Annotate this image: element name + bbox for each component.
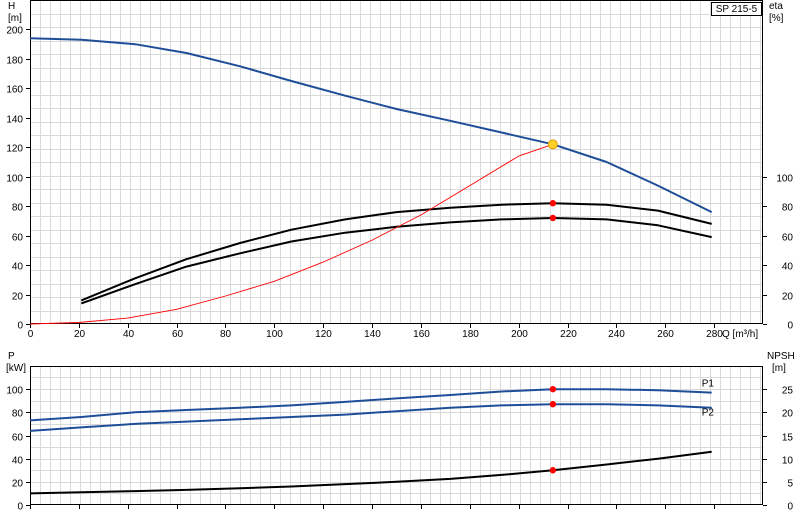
panel1-x-axis-label: Q [m³/h] bbox=[722, 329, 758, 340]
panel1-y-left-tick-label: 20 bbox=[12, 292, 24, 303]
panel1-x-tick-label: 240 bbox=[608, 329, 625, 340]
panel1-y-left-tick-label: 160 bbox=[6, 85, 23, 96]
panel2-y-left-tick-label: 0 bbox=[17, 502, 23, 513]
panel1-y-right-tick-label: 80 bbox=[782, 203, 794, 214]
panel1-x-tick-label: 40 bbox=[123, 329, 135, 340]
panel1-y-left-tick-label: 100 bbox=[6, 174, 23, 185]
panel1-x-tick-label: 200 bbox=[511, 329, 528, 340]
panel1-x-tick-label: 80 bbox=[220, 329, 232, 340]
panel1-y-left-tick-label: 0 bbox=[17, 321, 23, 332]
panel1-x-tick-label: 160 bbox=[413, 329, 430, 340]
panel1-x-tick-label: 260 bbox=[657, 329, 674, 340]
panel1-y-left-tick-label: 60 bbox=[12, 233, 24, 244]
panel2-operating-marker bbox=[549, 385, 557, 393]
panel1-y-left-tick-label: 180 bbox=[6, 56, 23, 67]
panel1-y-right-tick-label: 60 bbox=[782, 233, 794, 244]
panel2-y-left-name: P bbox=[8, 351, 15, 362]
panel1-y-left-tick-label: 140 bbox=[6, 115, 23, 126]
panel2-y-right-tick-label: 10 bbox=[782, 456, 794, 467]
panel2-y-left-unit: [kW] bbox=[6, 363, 26, 374]
panel1-duty-point bbox=[547, 139, 558, 150]
panel2-operating-marker bbox=[549, 467, 557, 474]
panel2-operating-marker bbox=[549, 401, 557, 408]
panel2-y-right-name: NPSH bbox=[767, 351, 795, 362]
panel1-x-tick-label: 280 bbox=[706, 329, 723, 340]
panel1-y-right-name: eta bbox=[769, 1, 783, 12]
panel2-series-label-p1: P1 bbox=[702, 379, 715, 390]
panel1-x-tick-label: 20 bbox=[74, 329, 86, 340]
chart-svg: 0 20 40 60 80 100 120 140 160 180 200 220 240 260 280 Q… bbox=[6, 0, 795, 513]
panel1-y-left-name: H bbox=[8, 1, 15, 12]
model-label: SP 215-5 bbox=[711, 2, 762, 16]
pump-performance-chart: 0 20 40 60 80 100 120 140 160 180 200 220 240 260 280 Q… bbox=[0, 0, 800, 520]
panel2-y-right-unit: [m] bbox=[772, 363, 786, 374]
panel1-x-tick-label: 60 bbox=[172, 329, 184, 340]
panel2-y-left-tick-label: 20 bbox=[12, 479, 24, 490]
panel2-y-left-tick-label: 60 bbox=[12, 433, 24, 444]
panel1-operating-marker bbox=[549, 200, 557, 207]
panel1-y-left-tick-label: 200 bbox=[6, 26, 23, 37]
panel1-y-right-tick-label: 20 bbox=[782, 292, 794, 303]
panel1-y-right-tick-label: 0 bbox=[787, 321, 793, 332]
panel1-x-tick-label: 100 bbox=[266, 329, 283, 340]
panel1-y-left-unit: [m] bbox=[8, 13, 22, 24]
panel2-y-right-tick-label: 15 bbox=[782, 433, 794, 444]
panel1-x-tick-label: 0 bbox=[28, 329, 34, 340]
panel2-y-left-tick-label: 80 bbox=[12, 409, 24, 420]
panel2-series-label-p2: P2 bbox=[702, 408, 715, 419]
panel2-y-left-tick-label: 100 bbox=[6, 386, 23, 397]
panel1-y-left-tick-label: 120 bbox=[6, 144, 23, 155]
panel1-x-tick-label: 180 bbox=[462, 329, 479, 340]
panel1-y-left-tick-label: 40 bbox=[12, 262, 24, 273]
panel2-y-right-tick-label: 5 bbox=[787, 479, 793, 490]
panel2-y-right-tick-label: 25 bbox=[782, 386, 794, 397]
panel1-x-tick-label: 220 bbox=[560, 329, 577, 340]
panel1-y-right-unit: [%] bbox=[769, 13, 784, 24]
panel1-operating-marker bbox=[549, 214, 557, 222]
panel1-y-left-tick-label: 80 bbox=[12, 203, 24, 214]
panel2-y-left-tick-label: 40 bbox=[12, 456, 24, 467]
panel1-y-right-tick-label: 40 bbox=[782, 262, 794, 273]
panel1-x-tick-label: 120 bbox=[315, 329, 332, 340]
panel2-y-right-tick-label: 20 bbox=[782, 409, 794, 420]
panel1-y-right-tick-label: 100 bbox=[776, 174, 793, 185]
panel1-x-tick-label: 140 bbox=[364, 329, 381, 340]
panel2-y-right-tick-label: 0 bbox=[787, 502, 793, 513]
